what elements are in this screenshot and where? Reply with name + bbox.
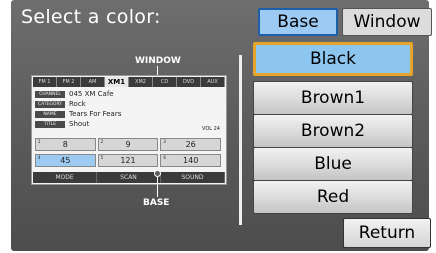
color-option-brown1[interactable]: Brown1 [253,81,413,115]
preview-bottom-bar: MODE SCAN SOUND [33,172,225,183]
return-button[interactable]: Return [343,218,431,248]
preview-info-label: CATEGORY [35,100,65,108]
page-title: Select a color: [21,6,161,28]
base-callout-dot [154,170,161,177]
preview-info-row: TITLE Shout [35,119,221,129]
preview-preset: 5 121 [97,154,159,167]
preview-tab: CD [153,77,177,87]
preview-preset: 6 140 [160,154,221,167]
preview-preset-number: 2 [100,139,104,144]
preview-preset: 4 45 [35,154,96,167]
preview-preset: 18 [35,138,96,151]
tab-window[interactable]: Window [342,8,432,36]
preview-volume: VOL 24 [201,126,220,132]
preview-preset-number: 5 [100,155,104,160]
preview-info-value: Shout [69,120,90,128]
preview-info-label: CHANNEL [35,90,65,98]
preview-tab: AUX [201,77,225,87]
preview-preset-value: 9 [125,140,131,149]
preview-tab: XM2 [129,77,153,87]
preview-bottom-button: MODE [33,172,97,183]
preview-preset-number: 4 [38,155,41,160]
preview-bottom-button: SCAN [97,172,161,183]
panel-divider [239,55,242,225]
preview-tab: DVD [177,77,201,87]
window-callout-label: WINDOW [135,56,181,66]
color-option-black[interactable]: Black [253,42,413,76]
audio-screen-preview: FM 1 FM 2 AM XM1 XM2 CD DVD AUX CHANNEL 045 XM C… [31,75,227,185]
preview-source-tabs: FM 1 FM 2 AM XM1 XM2 CD DVD AUX [33,77,225,87]
preview-preset-number: 1 [38,139,41,144]
preview-preset-number: 6 [163,155,166,160]
preview-preset-value: 8 [62,140,68,149]
preview-info-value: 045 XM Cafe [69,90,114,98]
preview-info-label: TITLE [35,120,65,128]
preview-preset-value: 45 [60,156,71,165]
color-option-blue[interactable]: Blue [253,147,413,181]
preview-presets: 1 8 2 9 3 26 4 45 5 121 6 140 [35,138,221,168]
preview-preset: 3 26 [160,138,221,151]
preview-info-label: NAME [35,110,65,118]
preview-bottom-button: SOUND [161,172,225,183]
preview-preset-value: 140 [183,156,199,165]
tab-base[interactable]: Base [258,8,338,36]
base-callout-line [157,177,158,197]
color-option-red[interactable]: Red [253,180,413,214]
preview-info-row: CHANNEL 045 XM Cafe [35,89,221,99]
preview-preset-value: 26 [185,140,196,149]
preview-info-panel: CHANNEL 045 XM Cafe CATEGORY Rock NAME Tears … [35,89,221,131]
preview-preset: 29 [97,138,159,151]
preview-tab: AM [81,77,105,87]
color-option-brown2[interactable]: Brown2 [253,114,413,148]
preview-info-row: CATEGORY Rock [35,99,221,109]
preview-tab: FM 1 [33,77,57,87]
preview-preset-value: 121 [120,156,136,165]
preview-info-row: NAME Tears For Fears [35,109,221,119]
preview-tab: FM 2 [57,77,81,87]
base-callout-label: BASE [143,198,170,208]
preview-info-value: Tears For Fears [69,110,122,118]
preview-tab: XM1 [105,77,129,87]
preview-preset-number: 3 [163,139,166,144]
preview-info-value: Rock [69,100,86,108]
color-select-screen: Select a color: WINDOW FM 1 FM 2 AM XM1 XM2 C… [11,0,432,251]
